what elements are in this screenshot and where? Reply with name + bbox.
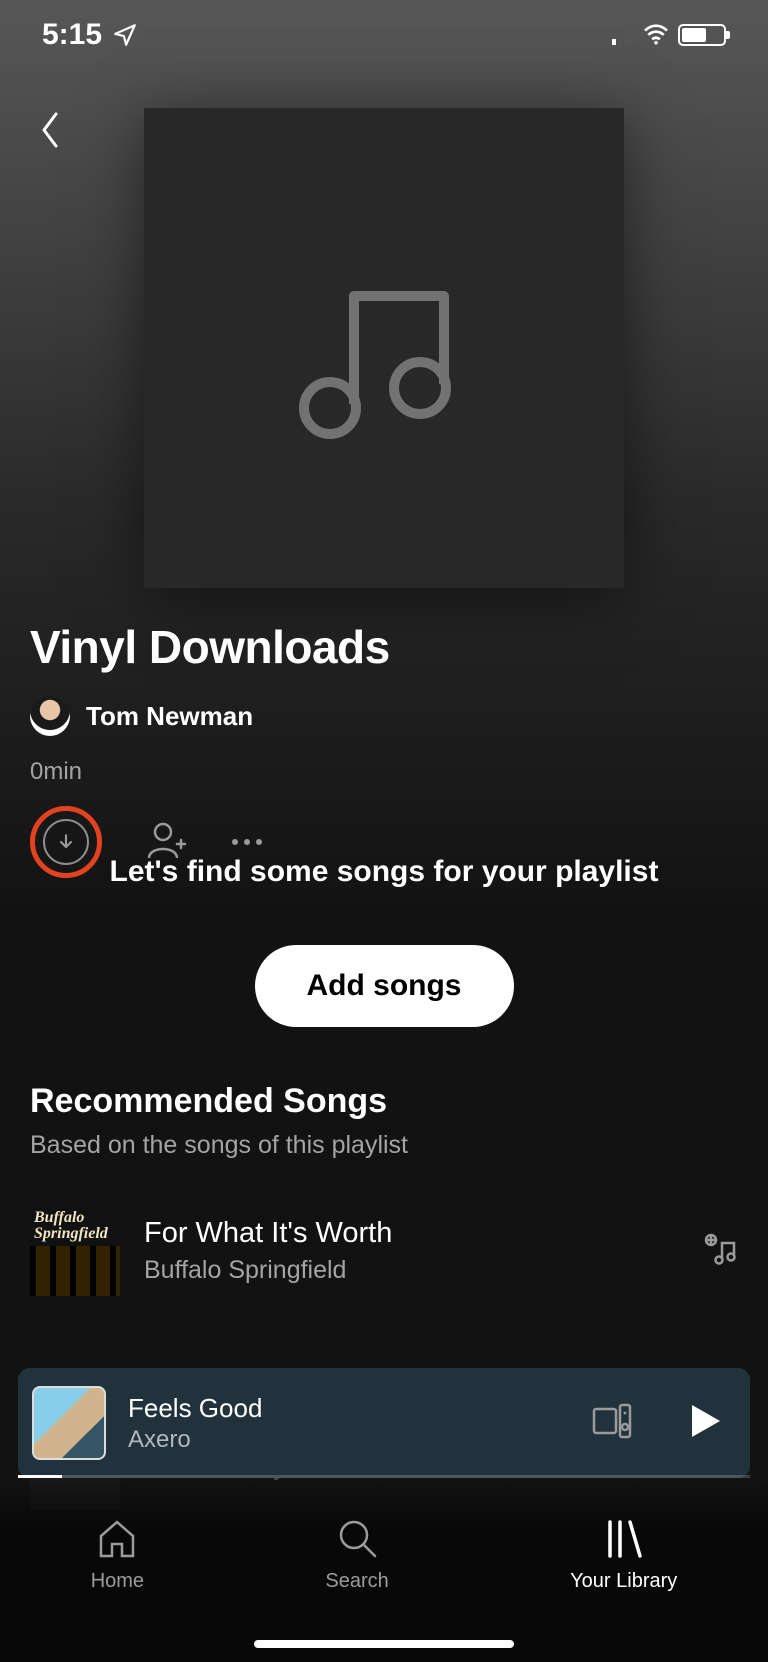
now-playing-bar[interactable]: Feels Good Axero bbox=[18, 1368, 750, 1478]
status-time: 5:15 bbox=[42, 18, 102, 52]
artwork-text: Buffalo Springfield bbox=[34, 1210, 116, 1242]
status-right bbox=[612, 24, 726, 46]
playlist-title: Vinyl Downloads bbox=[30, 620, 738, 674]
song-title: For What It's Worth bbox=[144, 1217, 678, 1250]
recommended-heading: Recommended Songs bbox=[30, 1082, 738, 1121]
dot-icon bbox=[256, 839, 262, 845]
tab-search[interactable]: Search bbox=[325, 1516, 388, 1593]
status-left: 5:15 bbox=[42, 18, 138, 52]
tab-label: Your Library bbox=[570, 1570, 677, 1593]
tab-library[interactable]: Your Library bbox=[570, 1516, 677, 1593]
song-artist: Buffalo Springfield bbox=[144, 1256, 678, 1285]
chevron-left-icon bbox=[38, 110, 62, 150]
wifi-icon bbox=[642, 24, 670, 46]
tab-label: Home bbox=[91, 1570, 144, 1593]
playlist-duration: 0min bbox=[30, 758, 738, 786]
owner-avatar bbox=[30, 696, 70, 736]
play-button[interactable] bbox=[684, 1401, 724, 1446]
back-button[interactable] bbox=[30, 110, 70, 150]
play-icon bbox=[684, 1401, 724, 1441]
download-icon bbox=[56, 832, 76, 852]
status-bar: 5:15 bbox=[0, 0, 768, 70]
library-icon bbox=[602, 1516, 646, 1560]
add-to-queue-icon bbox=[702, 1231, 738, 1267]
recommended-subheading: Based on the songs of this playlist bbox=[30, 1131, 738, 1160]
cell-signal-icon bbox=[612, 25, 634, 45]
tab-bar: Home Search Your Library bbox=[0, 1478, 768, 1662]
add-to-playlist-button[interactable] bbox=[702, 1231, 738, 1272]
devices-icon bbox=[592, 1403, 632, 1439]
dot-icon bbox=[232, 839, 238, 845]
now-playing-artwork bbox=[32, 1386, 106, 1460]
dot-icon bbox=[244, 839, 250, 845]
more-options-button[interactable] bbox=[232, 839, 262, 845]
devices-button[interactable] bbox=[592, 1403, 632, 1444]
recommended-song-row[interactable]: Buffalo Springfield For What It's Worth … bbox=[30, 1206, 738, 1296]
home-indicator[interactable] bbox=[254, 1640, 514, 1648]
battery-icon bbox=[678, 24, 726, 46]
empty-prompt: Let's find some songs for your playlist … bbox=[0, 855, 768, 1027]
now-playing-artist: Axero bbox=[128, 1426, 570, 1454]
home-icon bbox=[95, 1516, 139, 1560]
person-add-icon bbox=[146, 820, 188, 860]
tab-label: Search bbox=[325, 1570, 388, 1593]
music-note-icon bbox=[284, 248, 484, 448]
add-songs-button[interactable]: Add songs bbox=[255, 945, 514, 1027]
prompt-message: Let's find some songs for your playlist bbox=[0, 855, 768, 889]
search-icon bbox=[335, 1516, 379, 1560]
playlist-cover bbox=[144, 108, 624, 588]
recommended-section: Recommended Songs Based on the songs of … bbox=[30, 1082, 738, 1296]
tab-home[interactable]: Home bbox=[91, 1516, 144, 1593]
playlist-header: Vinyl Downloads Tom Newman 0min bbox=[30, 620, 738, 878]
location-icon bbox=[112, 22, 138, 48]
song-info: For What It's Worth Buffalo Springfield bbox=[144, 1217, 678, 1285]
now-playing-title: Feels Good bbox=[128, 1393, 570, 1424]
add-songs-label: Add songs bbox=[307, 969, 462, 1003]
owner-row[interactable]: Tom Newman bbox=[30, 696, 738, 736]
now-playing-info: Feels Good Axero bbox=[128, 1393, 570, 1454]
song-artwork: Buffalo Springfield bbox=[30, 1206, 120, 1296]
owner-name: Tom Newman bbox=[86, 701, 253, 732]
